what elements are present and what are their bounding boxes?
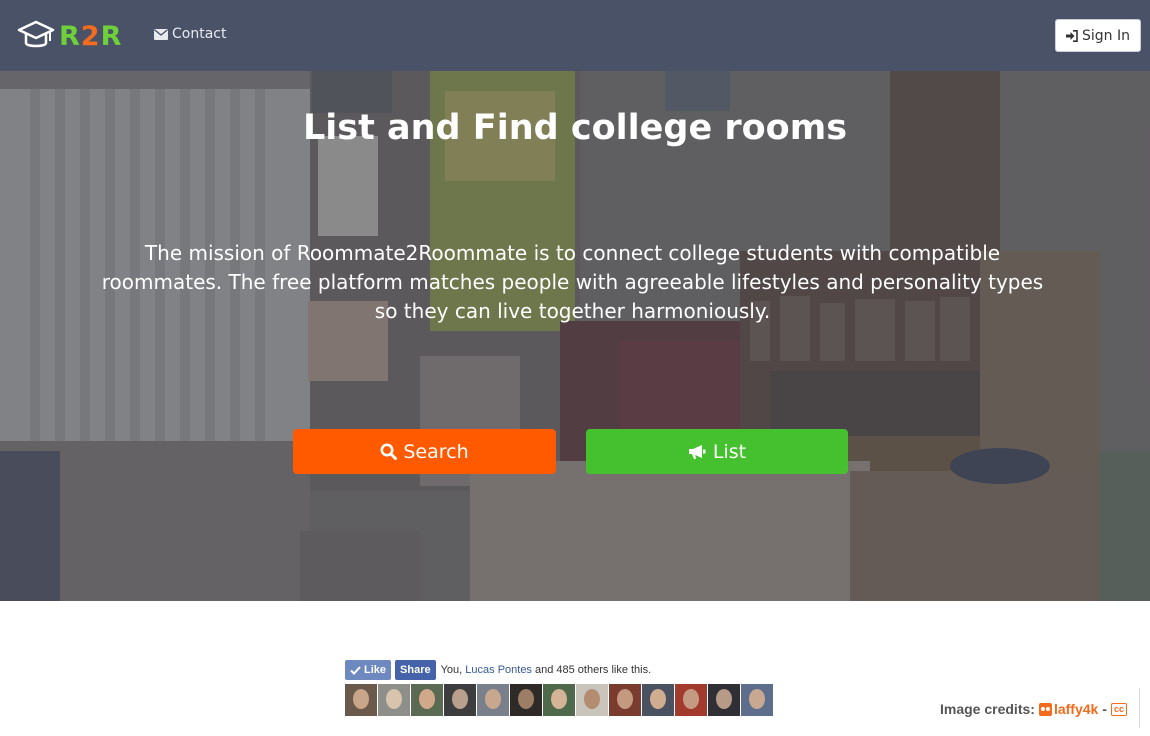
image-credits-author-link[interactable]: laffy4k: [1038, 701, 1099, 717]
navbar: R2R Contact Sign In: [0, 0, 1150, 71]
facebook-friend-avatar[interactable]: [444, 684, 476, 716]
hero-title-find: Find: [472, 108, 559, 148]
sign-in-button[interactable]: Sign In: [1055, 19, 1141, 52]
facebook-faces: [345, 684, 774, 716]
facebook-like-button[interactable]: Like: [345, 660, 392, 680]
hero-title-list: List: [302, 108, 375, 148]
check-icon: [350, 665, 361, 675]
facebook-friend-link[interactable]: Lucas Pontes: [465, 664, 532, 676]
mission-statement: The mission of Roommate2Roommate is to c…: [101, 241, 1044, 323]
search-button[interactable]: Search: [293, 429, 556, 474]
search-icon: [380, 443, 398, 460]
facebook-friend-avatar[interactable]: [378, 684, 410, 716]
sign-in-label: Sign In: [1082, 27, 1130, 44]
facebook-friend-avatar[interactable]: [642, 684, 674, 716]
facebook-friend-avatar[interactable]: [411, 684, 443, 716]
logo-letter-r: R: [59, 20, 81, 52]
list-button-label: List: [712, 440, 747, 463]
logo[interactable]: R2R: [17, 18, 122, 54]
creative-commons-icon[interactable]: cc: [1110, 702, 1127, 716]
envelope-icon: [154, 28, 168, 40]
facebook-friend-avatar[interactable]: [510, 684, 542, 716]
facebook-text-prefix: You,: [440, 664, 466, 676]
facebook-friend-avatar[interactable]: [675, 684, 707, 716]
logo-letter-2: 2: [80, 20, 101, 52]
contact-label: Contact: [172, 26, 227, 42]
image-credits: Image credits: laffy4k - cc: [940, 701, 1127, 717]
image-credits-label: Image credits:: [940, 701, 1035, 717]
hero-title-and: and: [374, 108, 473, 148]
hero-section: List and Find college rooms The mission …: [0, 71, 1150, 601]
hero-title: List and Find college rooms: [0, 107, 1150, 149]
facebook-like-label: Like: [364, 664, 387, 676]
facebook-like-text: You, Lucas Pontes and 485 others like th…: [441, 664, 652, 676]
hero-overlay: [0, 71, 1150, 601]
flickr-icon: [1038, 702, 1052, 716]
facebook-friend-avatar[interactable]: [708, 684, 740, 716]
sign-in-icon: [1066, 29, 1078, 42]
facebook-text-suffix: and 485 others like this.: [531, 664, 652, 676]
facebook-like-widget: Like Share You, Lucas Pontes and 485 oth…: [345, 659, 651, 681]
facebook-friend-avatar[interactable]: [741, 684, 773, 716]
facebook-friend-avatar[interactable]: [345, 684, 377, 716]
image-credits-separator: -: [1102, 701, 1107, 717]
logo-text: R2R: [59, 23, 122, 50]
hero-title-rest: college rooms: [558, 108, 848, 148]
search-button-label: Search: [403, 440, 469, 463]
facebook-friend-avatar[interactable]: [543, 684, 575, 716]
divider: [1139, 688, 1140, 728]
graduation-cap-icon: [17, 20, 55, 48]
image-credits-author: laffy4k: [1053, 701, 1099, 717]
facebook-share-label: Share: [400, 664, 431, 676]
facebook-share-button[interactable]: Share: [395, 660, 436, 680]
contact-link[interactable]: Contact: [154, 26, 226, 42]
logo-letter-r2: R: [100, 20, 123, 52]
facebook-friend-avatar[interactable]: [609, 684, 641, 716]
facebook-friend-avatar[interactable]: [576, 684, 608, 716]
facebook-friend-avatar[interactable]: [477, 684, 509, 716]
bullhorn-icon: [688, 444, 707, 460]
list-button[interactable]: List: [586, 429, 848, 474]
